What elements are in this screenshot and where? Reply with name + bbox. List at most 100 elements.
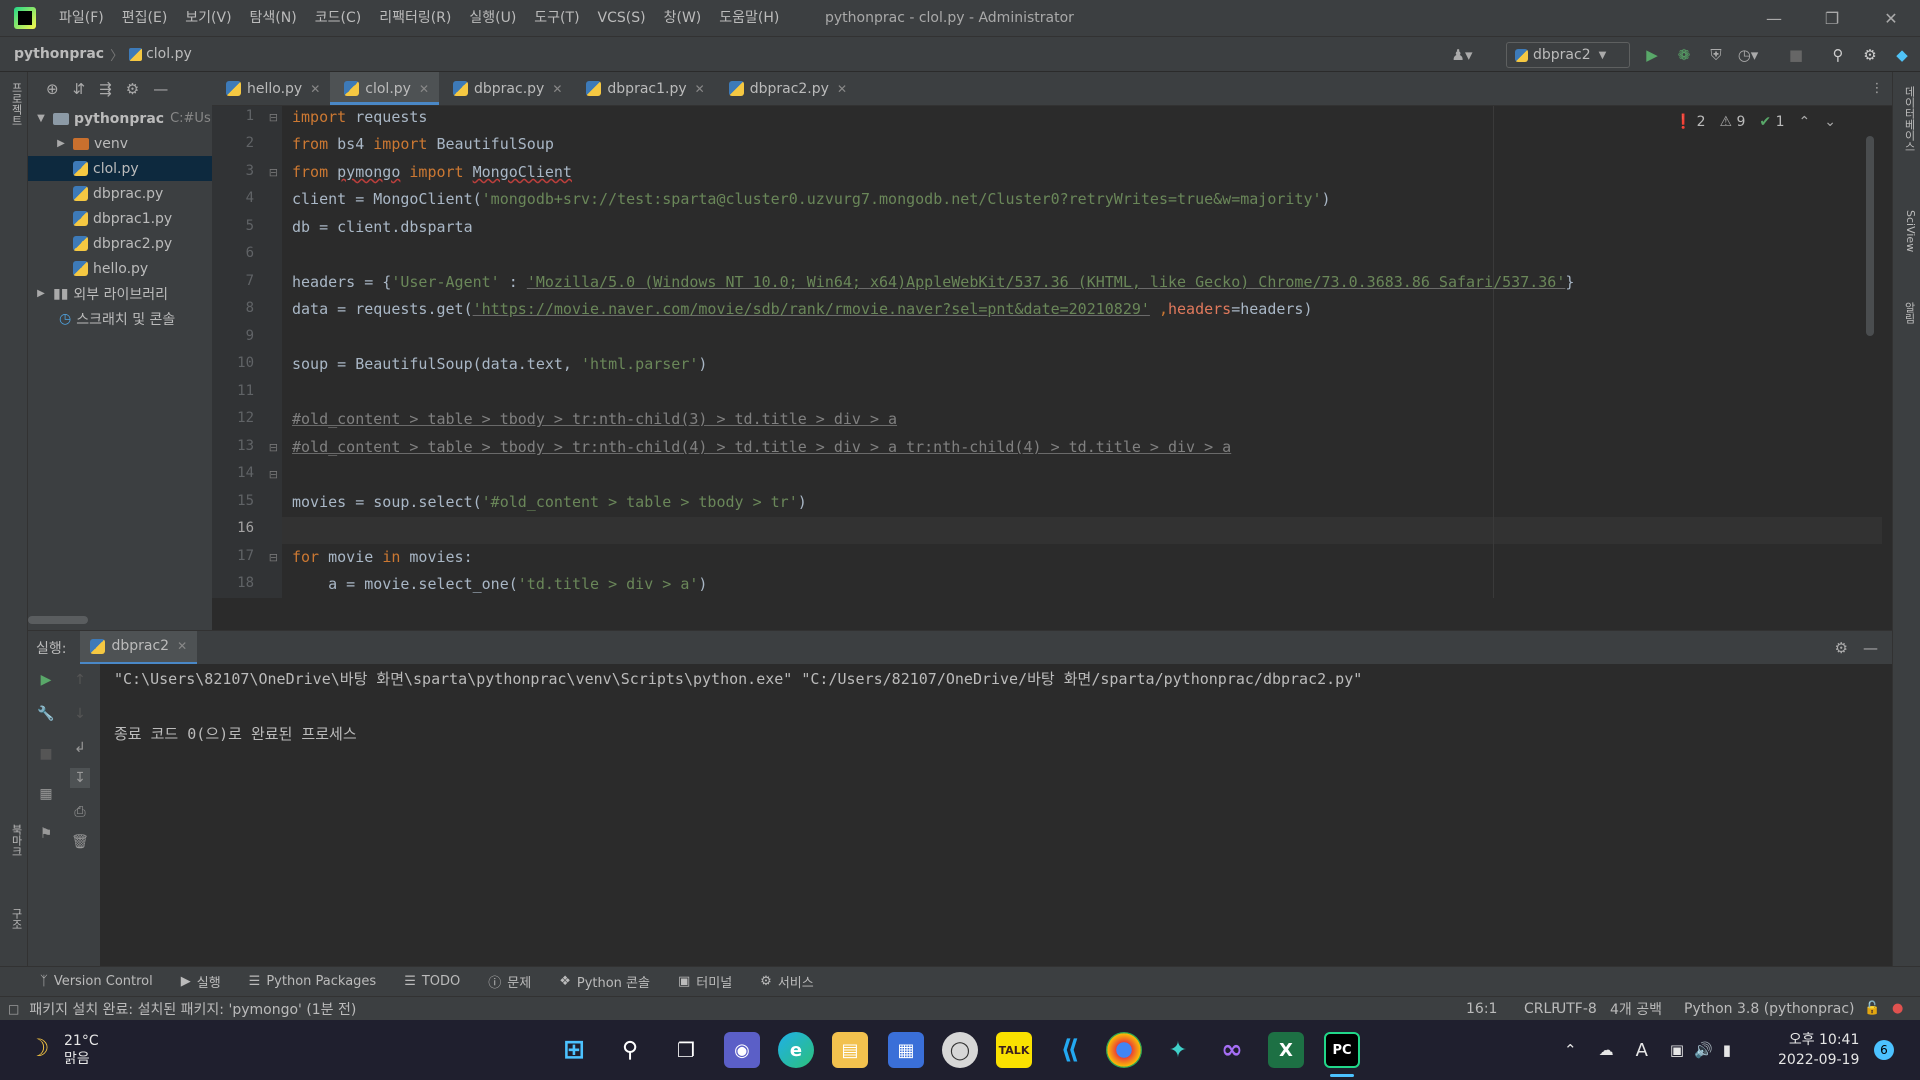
search-icon[interactable]: ⚲ <box>1828 45 1848 65</box>
close-tab-icon[interactable]: ✕ <box>837 82 847 96</box>
menu-window[interactable]: 창(W) <box>655 0 711 36</box>
vscode-icon[interactable]: ⟪ <box>1052 1032 1088 1068</box>
gear-icon[interactable]: ⚙ <box>1835 639 1848 657</box>
weather-moon-icon[interactable]: ☽ <box>28 1034 50 1062</box>
visual-studio-icon[interactable]: ∞ <box>1214 1032 1250 1068</box>
tab-dbprac2[interactable]: dbprac2.py ✕ <box>715 72 857 105</box>
settings-gear-icon[interactable]: ⚙ <box>1860 45 1880 65</box>
restore-button[interactable]: ❐ <box>1803 0 1861 36</box>
error-count[interactable]: ❗ 2 <box>1675 114 1706 130</box>
url-literal[interactable]: 'https://movie.naver.com/movie/sdb/rank/… <box>473 300 1150 318</box>
database-tool-window-tab[interactable]: 데이터베이스 <box>1897 86 1917 152</box>
python-interpreter[interactable]: Python 3.8 (pythonprac) <box>1684 1001 1855 1017</box>
debug-icon[interactable]: ❁ <box>1674 45 1694 65</box>
caret-position[interactable]: 16:1 <box>1466 1001 1497 1017</box>
tab-clol[interactable]: clol.py ✕ <box>330 72 440 105</box>
tree-root[interactable]: ▼ pythonprac C:#Us <box>28 106 212 131</box>
gear-icon[interactable]: ⚙ <box>126 80 139 98</box>
file-encoding[interactable]: UTF-8 <box>1556 1001 1597 1017</box>
close-tab-icon[interactable]: ✕ <box>552 82 562 96</box>
menu-run[interactable]: 실행(U) <box>460 0 525 36</box>
close-window-button[interactable]: ✕ <box>1862 0 1920 36</box>
line-separator[interactable]: CRLF <box>1524 1001 1559 1017</box>
volume-icon[interactable]: 🔊 <box>1694 1041 1713 1059</box>
trash-icon[interactable]: 🗑 <box>70 832 90 852</box>
profile-icon[interactable]: ◷▾ <box>1738 45 1759 65</box>
wrench-icon[interactable]: 🔧 <box>36 704 56 724</box>
tab-hello[interactable]: hello.py ✕ <box>212 72 330 105</box>
print-icon[interactable]: ⎙ <box>70 802 90 822</box>
toggle-tool-windows-icon[interactable]: □ <box>8 1002 19 1016</box>
tree-item-clol[interactable]: clol.py <box>28 156 212 181</box>
sciview-tool-window-tab[interactable]: SciView <box>1897 210 1917 252</box>
fold-marker-icon[interactable]: ⊟ <box>269 468 278 481</box>
tree-external-libraries[interactable]: ▶ ▮▮ 외부 라이브러리 <box>28 281 212 306</box>
rerun-icon[interactable]: ▶ <box>36 670 56 690</box>
scroll-down-icon[interactable]: ↓ <box>70 704 90 724</box>
run-icon[interactable]: ▶ <box>1642 45 1662 65</box>
start-button-icon[interactable]: ⊞ <box>556 1032 592 1068</box>
bookmarks-tool-window-tab[interactable]: 북마크 <box>4 824 24 857</box>
vertical-scrollbar[interactable] <box>1866 136 1874 336</box>
code-editor[interactable]: import requests from bs4 import Beautifu… <box>282 106 1882 598</box>
breadcrumb-project[interactable]: pythonprac <box>14 46 104 62</box>
chrome-icon[interactable] <box>1106 1032 1142 1068</box>
tab-dbprac[interactable]: dbprac.py ✕ <box>439 72 572 105</box>
fold-marker-icon[interactable]: ⊟ <box>269 166 278 179</box>
tool-tab-run[interactable]: ▶ 실행 <box>181 972 221 991</box>
ok-count[interactable]: ✔ 1 <box>1759 114 1784 130</box>
tool-tab-services[interactable]: ⚙ 서비스 <box>760 972 814 991</box>
previous-highlight-icon[interactable]: ⌃ <box>1799 114 1811 130</box>
horizontal-scrollbar[interactable] <box>28 616 88 624</box>
app-circle-icon[interactable]: ◯ <box>942 1032 978 1068</box>
bird-app-icon[interactable]: ✦ <box>1160 1032 1196 1068</box>
run-tab-dbprac2[interactable]: dbprac2 ✕ <box>80 630 198 665</box>
project-tool-window-tab[interactable]: 프로젝트 <box>4 82 24 126</box>
fold-marker-icon[interactable]: ⊟ <box>269 551 278 564</box>
user-icon[interactable]: ♟▾ <box>1452 45 1473 65</box>
weather-widget[interactable]: 21°C 맑음 <box>64 1032 99 1068</box>
more-tabs-icon[interactable]: ⋮ <box>1862 72 1892 105</box>
next-highlight-icon[interactable]: ⌄ <box>1824 114 1836 130</box>
menu-navigate[interactable]: 탐색(N) <box>241 0 306 36</box>
menu-code[interactable]: 코드(C) <box>306 0 370 36</box>
lock-icon[interactable]: 🔓 <box>1864 1001 1880 1016</box>
kakaotalk-icon[interactable]: TALK <box>996 1032 1032 1068</box>
tool-tab-problems[interactable]: ⓘ 문제 <box>488 972 531 991</box>
soft-wrap-icon[interactable]: ↲ <box>70 738 90 758</box>
stop-icon[interactable]: ■ <box>36 744 56 764</box>
tree-item-dbprac1[interactable]: dbprac1.py <box>28 206 212 231</box>
scroll-to-end-icon[interactable]: ↧ <box>70 768 90 788</box>
minimize-button[interactable]: — <box>1745 0 1803 36</box>
close-tab-icon[interactable]: ✕ <box>695 82 705 96</box>
fold-marker-icon[interactable]: ⊟ <box>269 111 278 124</box>
run-config-selector[interactable]: dbprac2 ▼ <box>1506 42 1630 68</box>
menu-refactor[interactable]: 리팩터링(R) <box>370 0 460 36</box>
stop-icon[interactable]: ■ <box>1786 45 1806 65</box>
status-message[interactable]: 패키지 설치 완료: 설치된 패키지: 'pymongo' (1분 전) <box>29 999 356 1019</box>
tool-tab-terminal[interactable]: ▣ 터미널 <box>678 972 732 991</box>
microsoft-store-icon[interactable]: ▦ <box>888 1032 924 1068</box>
menu-edit[interactable]: 편집(E) <box>113 0 177 36</box>
locate-file-icon[interactable]: ⊕ <box>46 80 59 98</box>
menu-file[interactable]: 파일(F) <box>50 0 113 36</box>
file-explorer-icon[interactable]: ▤ <box>832 1032 868 1068</box>
menu-vcs[interactable]: VCS(S) <box>589 0 655 36</box>
scroll-up-icon[interactable]: ↑ <box>70 670 90 690</box>
close-tab-icon[interactable]: ✕ <box>177 639 187 653</box>
layout-icon[interactable]: ▦ <box>36 784 56 804</box>
chevron-up-icon[interactable]: ⌃ <box>1564 1041 1577 1059</box>
fold-marker-icon[interactable]: ⊟ <box>269 441 278 454</box>
expand-all-icon[interactable]: ⇵ <box>73 80 86 98</box>
clock[interactable]: 오후 10:41 2022-09-19 <box>1778 1030 1859 1070</box>
edge-browser-icon[interactable]: e <box>778 1032 814 1068</box>
tree-item-dbprac2[interactable]: dbprac2.py <box>28 231 212 256</box>
close-tab-icon[interactable]: ✕ <box>419 82 429 96</box>
network-icon[interactable]: ▣ <box>1670 1041 1684 1059</box>
teams-chat-icon[interactable]: ◉ <box>724 1032 760 1068</box>
indent-setting[interactable]: 4개 공백 <box>1610 999 1662 1019</box>
run-console[interactable]: "C:\Users\82107\OneDrive\바탕 화면\sparta\py… <box>100 664 1892 966</box>
coverage-icon[interactable]: ⛨ <box>1706 45 1726 65</box>
tab-dbprac1[interactable]: dbprac1.py ✕ <box>572 72 714 105</box>
ime-indicator[interactable]: A <box>1636 1040 1648 1061</box>
